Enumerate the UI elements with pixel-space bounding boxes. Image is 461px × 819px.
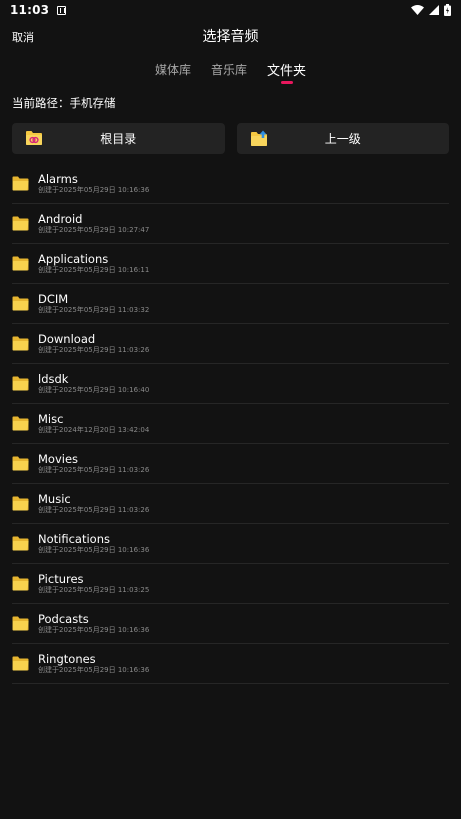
folder-name: Notifications [38, 532, 110, 546]
folder-row[interactable]: Notifications 创建于2025年05月29日 10:16:36 [12, 524, 449, 564]
folder-created-date: 创建于2025年05月29日 11:03:26 [38, 466, 150, 474]
folder-text: Podcasts 创建于2025年05月29日 10:16:36 [38, 612, 149, 635]
folder-list: Alarms 创建于2025年05月29日 10:16:36 Android 创… [12, 164, 449, 684]
folder-created-date: 创建于2025年05月29日 10:16:36 [38, 546, 150, 554]
folder-created-date: 创建于2025年05月29日 10:16:36 [38, 626, 150, 634]
app-bar: 取消 选择音频 [0, 22, 461, 50]
folder-text: Misc 创建于2024年12月20日 13:42:04 [38, 412, 149, 435]
folder-name: Ringtones [38, 652, 96, 666]
folder-text: DCIM 创建于2025年05月29日 11:03:32 [38, 292, 149, 315]
tab-folder[interactable]: 文件夹 [267, 58, 306, 84]
folder-created-date: 创建于2025年05月29日 10:16:36 [38, 186, 150, 194]
active-tab-indicator [280, 81, 293, 84]
folder-text: Android 创建于2025年05月29日 10:27:47 [38, 212, 149, 235]
folder-icon [12, 336, 29, 351]
folder-created-date: 创建于2025年05月29日 11:03:32 [38, 306, 150, 314]
folder-name: Download [38, 332, 96, 346]
parent-directory-label: 上一级 [324, 132, 361, 146]
folder-name: Alarms [38, 172, 78, 186]
folder-row[interactable]: Alarms 创建于2025年05月29日 10:16:36 [12, 164, 449, 204]
folder-row[interactable]: Movies 创建于2025年05月29日 11:03:26 [12, 444, 449, 484]
folder-row[interactable]: Ringtones 创建于2025年05月29日 10:16:36 [12, 644, 449, 684]
current-path: 当前路径：手机存储 [12, 95, 116, 111]
folder-icon [12, 176, 29, 191]
status-time: 11:03 [10, 3, 50, 17]
current-path-label: 当前路径： [12, 96, 70, 110]
folder-text: Movies 创建于2025年05月29日 11:03:26 [38, 452, 149, 475]
folder-created-date: 创建于2025年05月29日 10:27:47 [38, 226, 150, 234]
wifi-icon [411, 5, 424, 15]
parent-directory-button[interactable]: 上一级 [236, 123, 449, 154]
folder-name: ldsdk [38, 372, 69, 386]
root-directory-button[interactable]: 根目录 [12, 123, 225, 154]
folder-created-date: 创建于2025年05月29日 10:16:11 [38, 266, 150, 274]
folder-icon [12, 256, 29, 271]
current-path-value: 手机存储 [69, 96, 116, 110]
folder-name: Podcasts [38, 612, 89, 626]
folder-icon [12, 656, 29, 671]
folder-created-date: 创建于2025年05月29日 11:03:25 [38, 586, 150, 594]
folder-text: Notifications 创建于2025年05月29日 10:16:36 [38, 532, 149, 555]
signal-icon [429, 5, 439, 15]
folder-row[interactable]: Podcasts 创建于2025年05月29日 10:16:36 [12, 604, 449, 644]
folder-row[interactable]: Pictures 创建于2025年05月29日 11:03:25 [12, 564, 449, 604]
status-icons [411, 4, 451, 16]
folder-created-date: 创建于2025年05月29日 11:03:26 [38, 506, 150, 514]
cancel-button[interactable]: 取消 [12, 29, 34, 45]
folder-row[interactable]: ldsdk 创建于2025年05月29日 10:16:40 [12, 364, 449, 404]
folder-created-date: 创建于2025年05月29日 10:16:40 [38, 386, 150, 394]
folder-name: Pictures [38, 572, 84, 586]
root-directory-label: 根目录 [100, 132, 137, 146]
folder-name: Misc [38, 412, 64, 426]
folder-name: DCIM [38, 292, 69, 306]
folder-name: Applications [38, 252, 109, 266]
folder-icon [12, 296, 29, 311]
folder-text: Applications 创建于2025年05月29日 10:16:11 [38, 252, 149, 275]
folder-row[interactable]: DCIM 创建于2025年05月29日 11:03:32 [12, 284, 449, 324]
folder-text: Download 创建于2025年05月29日 11:03:26 [38, 332, 149, 355]
folder-up-icon [250, 130, 267, 146]
folder-icon [12, 616, 29, 631]
folder-row[interactable]: Music 创建于2025年05月29日 11:03:26 [12, 484, 449, 524]
folder-text: Pictures 创建于2025年05月29日 11:03:25 [38, 572, 149, 595]
folder-text: Ringtones 创建于2025年05月29日 10:16:36 [38, 652, 149, 675]
tab-bar: 媒体库 音乐库 文件夹 [0, 58, 461, 86]
folder-created-date: 创建于2024年12月20日 13:42:04 [38, 426, 150, 434]
root-folder-icon [26, 131, 42, 145]
status-bar: 11:03 [0, 0, 461, 20]
folder-icon [12, 416, 29, 431]
folder-name: Android [38, 212, 83, 226]
folder-icon [12, 536, 29, 551]
folder-icon [12, 576, 29, 591]
page-title: 选择音频 [202, 29, 259, 45]
folder-row[interactable]: Download 创建于2025年05月29日 11:03:26 [12, 324, 449, 364]
action-row: 根目录 上一级 [12, 123, 449, 154]
folder-text: Alarms 创建于2025年05月29日 10:16:36 [38, 172, 149, 195]
battery-icon [444, 4, 451, 16]
tab-folder-label: 文件夹 [267, 64, 307, 79]
folder-text: ldsdk 创建于2025年05月29日 10:16:40 [38, 372, 149, 395]
folder-name: Movies [38, 452, 79, 466]
notification-icon [57, 5, 67, 15]
folder-created-date: 创建于2025年05月29日 11:03:26 [38, 346, 150, 354]
folder-icon [12, 456, 29, 471]
tab-music-library[interactable]: 音乐库 [211, 58, 247, 84]
folder-row[interactable]: Applications 创建于2025年05月29日 10:16:11 [12, 244, 449, 284]
folder-row[interactable]: Misc 创建于2024年12月20日 13:42:04 [12, 404, 449, 444]
folder-icon [12, 496, 29, 511]
folder-icon [12, 376, 29, 391]
folder-created-date: 创建于2025年05月29日 10:16:36 [38, 666, 150, 674]
folder-text: Music 创建于2025年05月29日 11:03:26 [38, 492, 149, 515]
folder-icon [12, 216, 29, 231]
folder-row[interactable]: Android 创建于2025年05月29日 10:27:47 [12, 204, 449, 244]
folder-name: Music [38, 492, 71, 506]
tab-media-library[interactable]: 媒体库 [155, 58, 191, 84]
